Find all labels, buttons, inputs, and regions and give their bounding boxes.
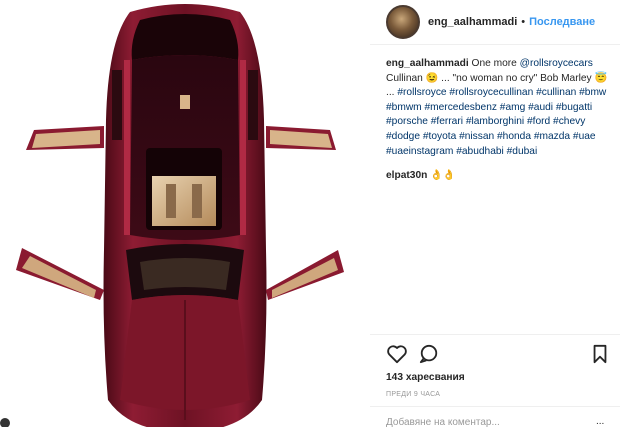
- post-caption: eng_aalhammadi One more @rollsroycecars …: [386, 57, 614, 159]
- add-comment-input[interactable]: Добавяне на коментар...: [386, 417, 500, 427]
- comment-username[interactable]: elpat30n: [386, 170, 427, 181]
- caption-hashtags[interactable]: #rollsroyce #rollsroycecullinan #cullina…: [386, 87, 606, 156]
- follow-button[interactable]: Последване: [529, 16, 595, 28]
- actions-divider: [370, 334, 620, 335]
- heart-icon[interactable]: [386, 344, 408, 369]
- action-bar: [386, 344, 612, 366]
- post-sidebar: eng_aalhammadi • Последване eng_aalhamma…: [370, 0, 620, 427]
- likes-count[interactable]: 143 харесвания: [386, 372, 465, 383]
- comment-icon[interactable]: [418, 344, 440, 369]
- header-username[interactable]: eng_aalhammadi: [428, 16, 517, 28]
- comment-text: 👌👌: [430, 170, 456, 181]
- comment-divider: [370, 406, 620, 407]
- caption-username[interactable]: eng_aalhammadi: [386, 58, 469, 69]
- header-separator: •: [521, 16, 526, 28]
- avatar[interactable]: [386, 5, 420, 39]
- post-header: eng_aalhammadi • Последване: [370, 0, 620, 44]
- post-timestamp[interactable]: преди 9 часа: [386, 391, 440, 398]
- more-options-button[interactable]: ...: [596, 416, 604, 427]
- comment-item: elpat30n 👌👌: [386, 170, 456, 181]
- car-top-view-photo: [16, 4, 344, 427]
- caption-text-1: One more: [471, 58, 517, 69]
- overlay-indicator: [0, 418, 10, 427]
- header-divider: [370, 44, 620, 45]
- bookmark-icon[interactable]: [591, 344, 609, 369]
- caption-mention[interactable]: @rollsroycecars: [520, 58, 593, 69]
- post-image[interactable]: [0, 0, 370, 427]
